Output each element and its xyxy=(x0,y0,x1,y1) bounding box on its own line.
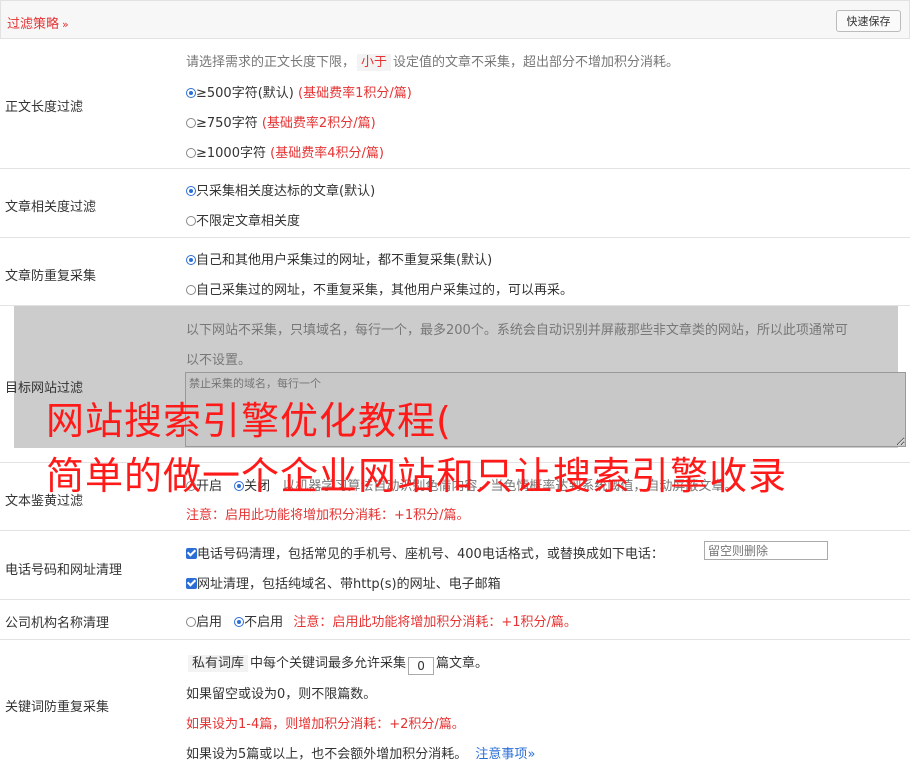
notice-link[interactable]: 注意事项» xyxy=(475,747,535,762)
radio-dedup-self[interactable] xyxy=(186,285,196,295)
url-clean-option[interactable]: 网址清理，包括纯域名、带http(s)的网址、电子邮箱 xyxy=(186,573,501,592)
target-desc-line1: 以下网站不采集，只填域名，每行一个，最多200个。系统会自动识别并屏蔽那些非文章… xyxy=(186,323,848,338)
watermark-line1: 网站搜索引擎优化教程( xyxy=(46,399,452,443)
watermark-line2: 简单的做一个企业网站和只让搜索引擎收录 xyxy=(46,454,788,498)
keyword-line4: 如果设为5篇或以上，也不会额外增加积分消耗。 注意事项» xyxy=(186,747,536,762)
length-option-500[interactable]: ≥500字符(默认) (基础费率1积分/篇) xyxy=(186,82,412,101)
row-keyword-dedup: 关键词防重复采集 私有词库 中每个关键词最多允许采集 0 篇文章。 如果留空或设为0，… xyxy=(0,640,910,768)
row-label: 文章相关度过滤 xyxy=(5,200,97,215)
chevron-down-icon: » xyxy=(62,18,69,31)
company-options: 启用 不启用 注意：启用此功能将增加积分消耗：+1积分/篇。 xyxy=(186,611,577,630)
dedup-option-1[interactable]: 自己和其他用户采集过的网址，都不重复采集(默认) xyxy=(186,249,492,268)
company-note: 注意：启用此功能将增加积分消耗：+1积分/篇。 xyxy=(293,615,577,630)
keyword-line3: 如果设为1-4篇，则增加积分消耗：+2积分/篇。 xyxy=(186,717,465,732)
url-clean-checkbox[interactable] xyxy=(186,578,197,589)
length-option-1000[interactable]: ≥1000字符 (基础费率4积分/篇) xyxy=(186,142,384,161)
row-label: 关键词防重复采集 xyxy=(5,700,110,715)
length-option-750[interactable]: ≥750字符 (基础费率2积分/篇) xyxy=(186,112,376,131)
less-than-tag: 小于 xyxy=(357,54,392,71)
row-dedup: 文章防重复采集 自己和其他用户采集过的网址，都不重复采集(默认) 自己采集过的网… xyxy=(0,238,910,306)
row-phone-clean: 电话号码和网址清理 电话号码清理，包括常见的手机号、座机号、400电话格式，或替… xyxy=(0,531,910,600)
keyword-max-input[interactable]: 0 xyxy=(408,657,435,675)
replace-phone-input[interactable] xyxy=(704,541,828,560)
radio-company-on[interactable] xyxy=(186,617,196,627)
row-company-clean: 公司机构名称清理 启用 不启用 注意：启用此功能将增加积分消耗：+1积分/篇。 xyxy=(0,600,910,640)
row-label: 正文长度过滤 xyxy=(5,100,84,115)
chevron-down-icon: » xyxy=(527,747,536,762)
radio-relevance-on[interactable] xyxy=(186,186,196,196)
keyword-line1: 私有词库 中每个关键词最多允许采集 0 篇文章。 xyxy=(186,652,488,675)
radio-500[interactable] xyxy=(186,88,196,98)
private-lexicon-tag[interactable]: 私有词库 xyxy=(188,655,249,672)
row-label: 电话号码和网址清理 xyxy=(5,563,123,578)
dedup-option-2[interactable]: 自己采集过的网址，不重复采集，其他用户采集过的，可以再采。 xyxy=(186,279,573,298)
radio-relevance-off[interactable] xyxy=(186,216,196,226)
relevance-option-2[interactable]: 不限定文章相关度 xyxy=(186,210,300,229)
phone-clean-option[interactable]: 电话号码清理，包括常见的手机号、座机号、400电话格式，或替换成如下电话： xyxy=(186,543,664,562)
radio-dedup-all[interactable] xyxy=(186,255,196,265)
quick-save-button[interactable]: 快速保存 xyxy=(836,10,901,32)
row-length-filter: 正文长度过滤 请选择需求的正文长度下限， 小于 设定值的文章不采集，超出部分不增加积… xyxy=(0,39,910,169)
row-label: 公司机构名称清理 xyxy=(5,616,110,631)
radio-1000[interactable] xyxy=(186,148,196,158)
radio-company-off[interactable] xyxy=(234,617,245,627)
length-desc: 请选择需求的正文长度下限， 小于 设定值的文章不采集，超出部分不增加积分消耗。 xyxy=(186,54,680,71)
phone-clean-checkbox[interactable] xyxy=(186,548,197,559)
keyword-line2: 如果留空或设为0，则不限篇数。 xyxy=(186,687,377,702)
filter-title[interactable]: 过滤策略» xyxy=(7,13,69,32)
row-label: 文章防重复采集 xyxy=(5,269,97,284)
porn-note: 注意：启用此功能将增加积分消耗：+1积分/篇。 xyxy=(186,508,470,523)
row-relevance: 文章相关度过滤 只采集相关度达标的文章(默认) 不限定文章相关度 xyxy=(0,169,910,238)
relevance-option-1[interactable]: 只采集相关度达标的文章(默认) xyxy=(186,180,375,199)
radio-750[interactable] xyxy=(186,118,196,128)
target-desc-line2: 以不设置。 xyxy=(186,353,252,368)
filter-header: 过滤策略» 快速保存 xyxy=(0,0,910,39)
